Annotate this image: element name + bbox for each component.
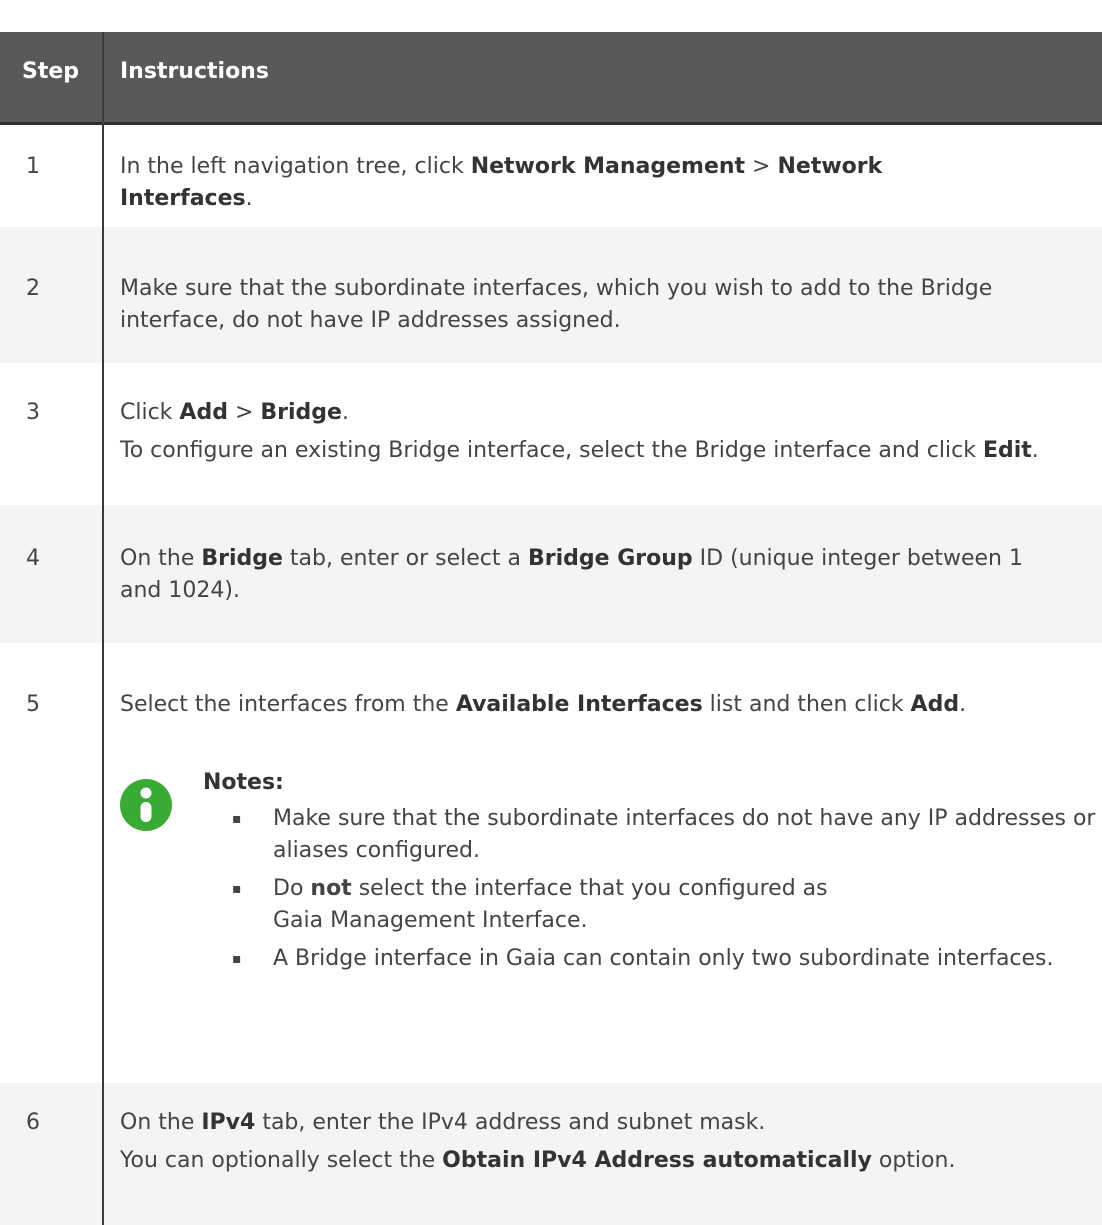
step-text: Click Add > Bridge. xyxy=(120,400,349,425)
ui-term: Network Management xyxy=(470,154,746,179)
step-text: Make sure that the subordinate interface… xyxy=(120,276,993,333)
note-item: A Bridge interface in Gaia can contain o… xyxy=(273,946,1054,971)
table-row: 1 In the left navigation tree, click Net… xyxy=(0,125,1102,227)
table-row: 4 On the Bridge tab, enter or select a B… xyxy=(0,505,1102,643)
note-title: Notes: xyxy=(203,770,284,795)
table-row: 3 Click Add > Bridge. To configure an ex… xyxy=(0,363,1102,505)
step-number: 5 xyxy=(26,692,40,717)
step-text: In the left navigation tree, click Netwo… xyxy=(120,154,883,211)
ui-term: Obtain IPv4 Address automatically xyxy=(442,1148,872,1173)
step-number: 2 xyxy=(26,276,40,301)
step-subtext: You can optionally select the Obtain IPv… xyxy=(120,1148,956,1173)
ui-term: Bridge xyxy=(201,546,283,571)
header-step: Step xyxy=(22,59,80,84)
header-instructions: Instructions xyxy=(120,59,269,84)
bullet-marker: ▪ xyxy=(232,881,242,897)
instructions-table: Step Instructions 1 In the left navigati… xyxy=(0,0,1102,1225)
table-row: 6 On the IPv4 tab, enter the IPv4 addres… xyxy=(0,1083,1102,1225)
ui-term: Add xyxy=(910,692,960,717)
step-number: 3 xyxy=(26,400,40,425)
ui-term: Available Interfaces xyxy=(455,692,703,717)
step-number: 4 xyxy=(26,546,40,571)
table-row: 5 Select the interfaces from the Availab… xyxy=(0,643,1102,1083)
step-text: On the IPv4 tab, enter the IPv4 address … xyxy=(120,1110,766,1135)
bullet-marker: ▪ xyxy=(232,811,242,827)
ui-term: Bridge xyxy=(260,400,342,425)
step-subtext: To configure an existing Bridge interfac… xyxy=(120,438,1039,463)
ui-term: Edit xyxy=(982,438,1032,463)
ui-term: Add xyxy=(179,400,228,425)
step-text: On the Bridge tab, enter or select a Bri… xyxy=(120,546,1023,603)
info-icon xyxy=(120,779,172,831)
note-item: Make sure that the subordinate interface… xyxy=(273,806,1096,863)
step-text: Select the interfaces from the Available… xyxy=(120,692,967,717)
ui-term: not xyxy=(310,876,352,901)
table-row: 2 Make sure that the subordinate interfa… xyxy=(0,227,1102,363)
step-number: 1 xyxy=(26,154,40,179)
ui-term: Bridge Group xyxy=(528,546,693,571)
ui-term: IPv4 xyxy=(201,1110,256,1135)
step-number: 6 xyxy=(26,1110,40,1135)
bullet-marker: ▪ xyxy=(232,951,242,967)
note-item: Do not select the interface that you con… xyxy=(273,876,828,933)
column-divider xyxy=(102,32,104,1225)
